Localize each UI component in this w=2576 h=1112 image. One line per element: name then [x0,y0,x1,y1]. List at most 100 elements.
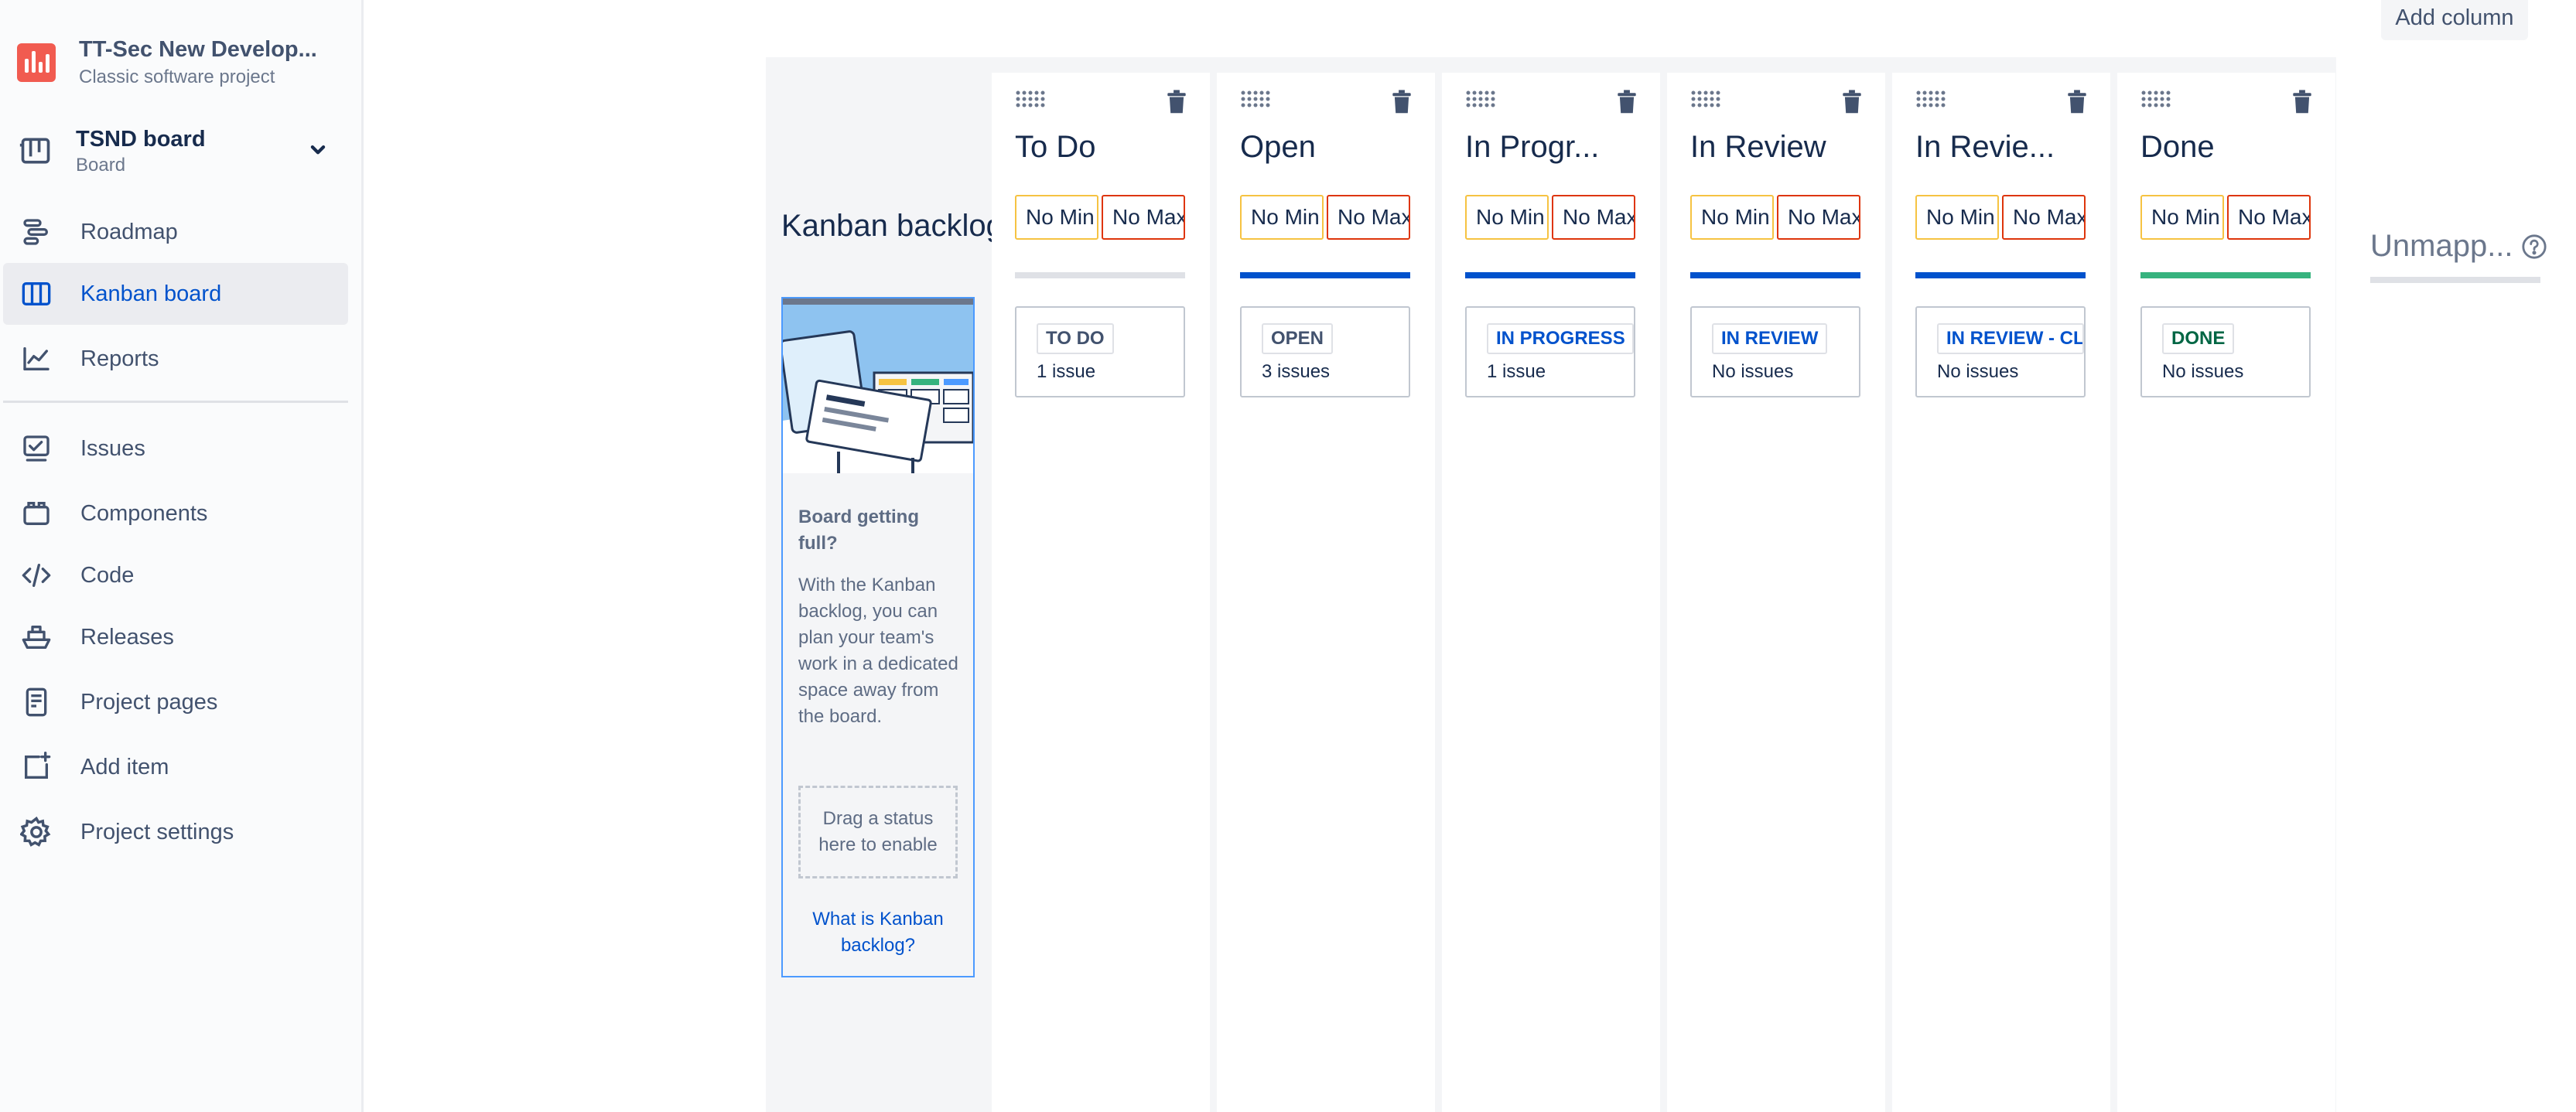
sidebar-item-label: Project pages [80,689,218,715]
chevron-down-icon[interactable] [305,136,331,166]
sidebar-item-issues[interactable]: Issues [3,418,348,479]
board-column-5[interactable]: In Revie... No Min No Max IN REVIEW - CL… [1892,73,2110,1112]
board-column-6[interactable]: Done No Min No Max DONE No issues [2117,73,2335,1112]
board-icon [17,132,54,169]
column-name[interactable]: In Progr... [1465,128,1635,165]
status-card[interactable]: TO DO 1 issue [1015,306,1185,397]
column-max-input[interactable]: No Max [1777,195,1860,240]
column-status-bar [2140,272,2311,278]
drag-handle-icon[interactable] [2140,90,2171,112]
sidebar-item-label: Components [80,500,208,526]
board-subtitle: Board [76,155,126,176]
sidebar-item-code[interactable]: Code [3,544,348,606]
column-min-input[interactable]: No Min [1915,195,1999,240]
board-selector[interactable]: TSND board Board [17,122,342,179]
column-min-input[interactable]: No Min [1690,195,1774,240]
kanban-backlog-title: Kanban backlog [781,209,1003,243]
trash-icon[interactable] [1842,90,1862,118]
column-max-input[interactable]: No Max [2002,195,2086,240]
project-header[interactable]: TT-Sec New Develop... Classic software p… [17,34,317,90]
trash-icon[interactable] [2292,90,2312,118]
components-icon [19,496,54,531]
status-card[interactable]: IN REVIEW - CL No issues [1915,306,2086,397]
backlog-heading: Board getting full? [798,507,919,554]
column-status-bar [1240,272,1410,278]
issue-count: 1 issue [1487,361,1546,382]
backlog-drop-zone[interactable]: Drag a status here to enable [798,786,958,878]
issue-count: No issues [1712,361,1794,382]
gear-icon [19,814,54,850]
board-column-2[interactable]: Open No Min No Max OPEN 3 issues [1217,73,1435,1112]
status-card[interactable]: OPEN 3 issues [1240,306,1410,397]
kanban-board-icon [19,276,54,312]
column-max-input[interactable]: No Max [1552,195,1635,240]
sidebar-item-label: Roadmap [80,219,178,244]
column-status-bar [1015,272,1185,278]
sidebar-item-label: Project settings [80,819,234,844]
issues-icon [19,431,54,466]
project-type: Classic software project [79,67,275,87]
column-max-input[interactable]: No Max [1102,195,1185,240]
kanban-backlog-help-link[interactable]: What is Kanban backlog? [798,906,958,959]
project-name: TT-Sec New Develop... [79,37,317,62]
column-min-input[interactable]: No Min [1240,195,1324,240]
sidebar-item-project-settings[interactable]: Project settings [3,801,348,863]
sidebar-item-reports[interactable]: Reports [3,328,348,390]
issue-count: No issues [1937,361,2019,382]
unmapped-status-bar [2370,277,2540,283]
status-lozenge: IN PROGRESS [1487,323,1634,354]
issue-count: No issues [2162,361,2244,382]
trash-icon[interactable] [1392,90,1412,118]
status-card[interactable]: IN REVIEW No issues [1690,306,1860,397]
add-column-button[interactable]: Add column [2381,0,2528,40]
column-name[interactable]: In Revie... [1915,128,2086,165]
sidebar: TT-Sec New Develop... Classic software p… [0,0,364,1112]
sidebar-item-label: Add item [80,754,169,779]
column-name[interactable]: To Do [1015,128,1185,165]
board-column-3[interactable]: In Progr... No Min No Max IN PROGRESS 1 … [1442,73,1660,1112]
sidebar-item-add-item[interactable]: Add item [3,736,348,798]
column-min-input[interactable]: No Min [2140,195,2224,240]
column-name[interactable]: Done [2140,128,2311,165]
issue-count: 1 issue [1037,361,1096,382]
status-card[interactable]: DONE No issues [2140,306,2311,397]
board-illustration [783,298,973,473]
status-lozenge: TO DO [1037,323,1114,354]
status-lozenge: OPEN [1262,323,1334,354]
drag-handle-icon[interactable] [1015,90,1046,112]
help-icon[interactable] [2521,234,2547,260]
column-name[interactable]: In Review [1690,128,1860,165]
status-lozenge: IN REVIEW - CL [1937,323,2084,354]
drag-handle-icon[interactable] [1915,90,1946,112]
column-max-input[interactable]: No Max [1327,195,1410,240]
sidebar-item-project-pages[interactable]: Project pages [3,671,348,733]
sidebar-item-components[interactable]: Components [3,483,348,544]
sidebar-item-releases[interactable]: Releases [3,606,348,668]
drag-handle-icon[interactable] [1240,90,1271,112]
sidebar-item-kanban-board[interactable]: Kanban board [3,263,348,325]
issue-count: 3 issues [1262,361,1331,382]
sidebar-item-label: Issues [80,435,145,461]
column-min-input[interactable]: No Min [1015,195,1098,240]
unmapped-title: Unmapp... [2370,229,2513,263]
sidebar-item-roadmap[interactable]: Roadmap [3,201,348,263]
unmapped-statuses-header: Unmapp... [2370,229,2547,264]
column-max-input[interactable]: No Max [2227,195,2311,240]
board-name: TSND board [76,127,206,152]
column-name[interactable]: Open [1240,128,1410,165]
column-status-bar [1915,272,2086,278]
sidebar-item-label: Kanban board [80,281,222,306]
sidebar-item-label: Code [80,562,135,588]
status-card[interactable]: IN PROGRESS 1 issue [1465,306,1635,397]
page-icon [19,684,54,720]
drag-handle-icon[interactable] [1690,90,1721,112]
trash-icon[interactable] [2067,90,2087,118]
trash-icon[interactable] [1167,90,1187,118]
board-column-1[interactable]: To Do No Min No Max TO DO 1 issue [992,73,1210,1112]
board-column-4[interactable]: In Review No Min No Max IN REVIEW No iss… [1667,73,1885,1112]
roadmap-icon [19,214,54,250]
drag-handle-icon[interactable] [1465,90,1496,112]
trash-icon[interactable] [1617,90,1637,118]
project-avatar-icon [17,43,56,82]
column-min-input[interactable]: No Min [1465,195,1549,240]
